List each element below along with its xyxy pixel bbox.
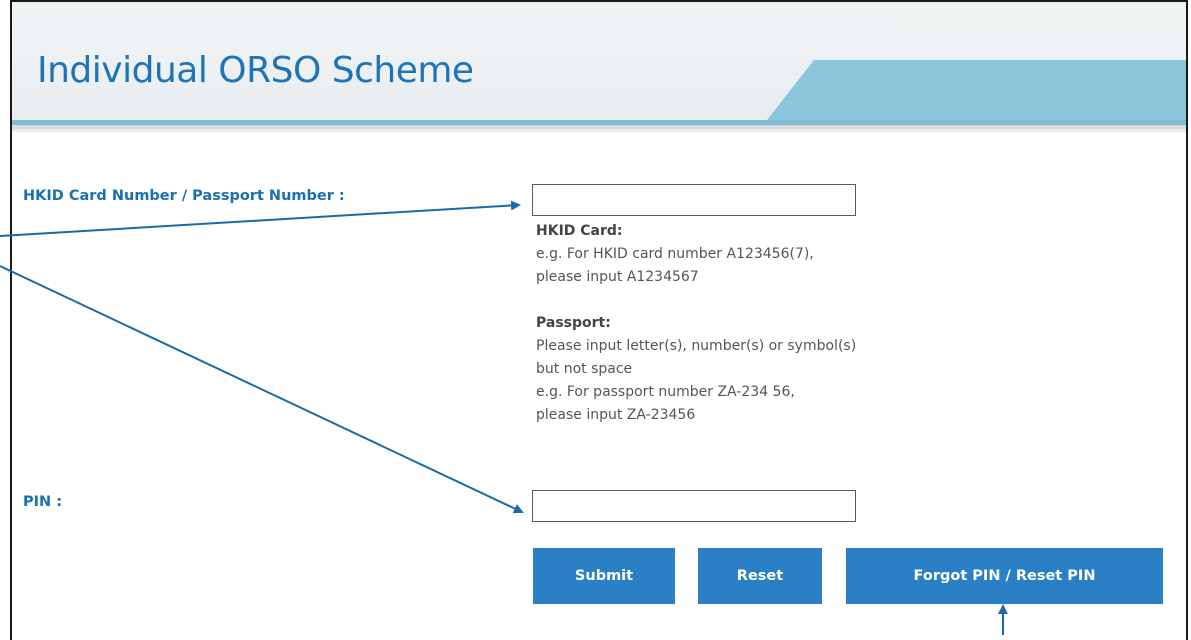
hkid-help-heading: HKID Card: [536, 223, 623, 239]
hkid-help-line: e.g. For HKID card number A123456(7), [536, 246, 814, 262]
forgot-pin-button[interactable]: Forgot PIN / Reset PIN [846, 548, 1163, 604]
passport-help-line: but not space [536, 361, 633, 377]
input-help-text: HKID Card: e.g. For HKID card number A12… [536, 220, 1016, 427]
id-number-input[interactable] [532, 184, 856, 216]
passport-help-heading: Passport: [536, 315, 611, 331]
passport-help-line: please input ZA-23456 [536, 407, 696, 423]
passport-help-line: e.g. For passport number ZA-234 56, [536, 384, 795, 400]
id-number-label: HKID Card Number / Passport Number : [23, 188, 345, 204]
page-title: Individual ORSO Scheme [37, 50, 474, 91]
passport-help-line: Please input letter(s), number(s) or sym… [536, 338, 857, 354]
pin-input[interactable] [532, 490, 856, 522]
submit-button[interactable]: Submit [533, 548, 675, 604]
pin-label: PIN : [23, 494, 63, 510]
reset-button[interactable]: Reset [698, 548, 822, 604]
hkid-help-line: please input A1234567 [536, 269, 699, 285]
header-banner: Individual ORSO Scheme [12, 2, 1186, 132]
page-frame: Individual ORSO Scheme HKID Card Number … [10, 0, 1188, 640]
